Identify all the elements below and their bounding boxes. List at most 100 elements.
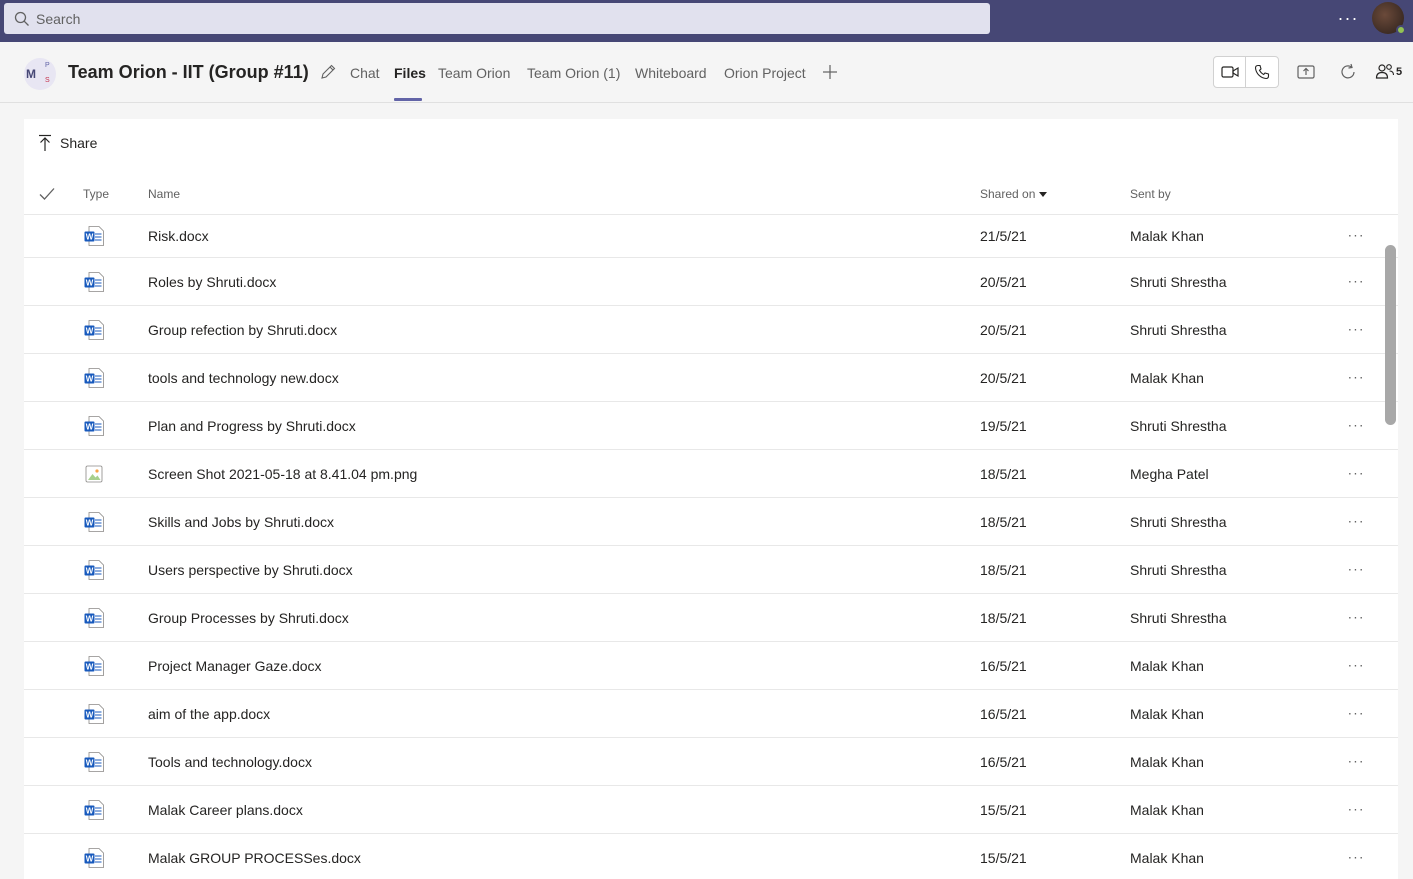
tab-chat[interactable]: Chat — [350, 65, 380, 81]
row-more-options-icon[interactable]: ··· — [1345, 560, 1367, 576]
file-name[interactable]: Roles by Shruti.docx — [148, 274, 276, 290]
word-doc-icon: W — [84, 226, 104, 246]
table-header: Type Name Shared on Sent by — [24, 175, 1398, 215]
table-row[interactable]: W Group refection by Shruti.docx 20/5/21 Sh… — [24, 306, 1398, 354]
share-button[interactable]: Share — [38, 133, 97, 153]
shared-on-date: 15/5/21 — [980, 801, 1027, 818]
table-row[interactable]: W Roles by Shruti.docx 20/5/21 Shruti Shres… — [24, 258, 1398, 306]
file-name[interactable]: Malak Career plans.docx — [148, 802, 303, 818]
file-name[interactable]: Users perspective by Shruti.docx — [148, 562, 353, 578]
tab-orion-project[interactable]: Orion Project — [724, 65, 806, 81]
share-label: Share — [60, 135, 98, 151]
avatar-initial-bottom: S — [45, 77, 50, 84]
table-row[interactable]: W Group Processes by Shruti.docx 18/5/21 Sh… — [24, 594, 1398, 642]
table-row[interactable]: Screen Shot 2021-05-18 at 8.41.04 pm.png… — [24, 450, 1398, 498]
row-more-options-icon[interactable]: ··· — [1345, 368, 1367, 384]
row-more-options-icon[interactable]: ··· — [1345, 704, 1367, 720]
shared-on-date: 20/5/21 — [980, 369, 1027, 386]
svg-text:W: W — [86, 278, 94, 287]
table-row[interactable]: W Malak Career plans.docx 15/5/21 Malak Kha… — [24, 786, 1398, 834]
table-row[interactable]: W Malak GROUP PROCESSes.docx 15/5/21 Malak … — [24, 834, 1398, 879]
sent-by-name: Malak Khan — [1130, 753, 1204, 770]
search-icon — [14, 11, 29, 26]
share-screen-icon[interactable] — [1296, 62, 1316, 82]
more-options-icon[interactable]: ··· — [1336, 8, 1360, 28]
table-row[interactable]: W Users perspective by Shruti.docx 18/5/21… — [24, 546, 1398, 594]
audio-call-button[interactable] — [1246, 57, 1278, 87]
sent-by-name: Shruti Shrestha — [1130, 609, 1227, 626]
shared-on-date: 20/5/21 — [980, 321, 1027, 338]
row-more-options-icon[interactable]: ··· — [1345, 272, 1367, 288]
svg-text:W: W — [86, 326, 94, 335]
file-name[interactable]: Tools and technology.docx — [148, 754, 312, 770]
table-row[interactable]: Waim of the app.docx 16/5/21 Malak Khan ··· — [24, 690, 1398, 738]
file-name[interactable]: Group refection by Shruti.docx — [148, 322, 337, 338]
sent-by-name: Malak Khan — [1130, 801, 1204, 818]
sent-by-name: Malak Khan — [1130, 849, 1204, 866]
table-row[interactable]: W Tools and technology.docx 16/5/21 Malak K… — [24, 738, 1398, 786]
row-more-options-icon[interactable]: ··· — [1345, 608, 1367, 624]
file-name[interactable]: Group Processes by Shruti.docx — [148, 610, 349, 626]
active-tab-indicator — [394, 98, 422, 101]
table-row[interactable]: W Risk.docx 21/5/21 Malak Khan ··· — [24, 215, 1398, 258]
row-more-options-icon[interactable]: ··· — [1345, 752, 1367, 768]
sent-by-name: Megha Patel — [1130, 465, 1209, 482]
file-name[interactable]: tools and technology new.docx — [148, 370, 339, 386]
table-row[interactable]: W Skills and Jobs by Shruti.docx 18/5/21 Sh… — [24, 498, 1398, 546]
column-header-name[interactable]: Name — [148, 187, 180, 201]
sent-by-name: Shruti Shrestha — [1130, 513, 1227, 530]
participants-icon[interactable] — [1375, 62, 1395, 82]
row-more-options-icon[interactable]: ··· — [1345, 226, 1367, 242]
file-list: W Risk.docx 21/5/21 Malak Khan ··· W Roles by … — [24, 215, 1398, 879]
phone-icon — [1254, 64, 1270, 80]
row-more-options-icon[interactable]: ··· — [1345, 800, 1367, 816]
sent-by-name: Malak Khan — [1130, 657, 1204, 674]
table-row[interactable]: W Project Manager Gaze.docx 16/5/21 Malak K… — [24, 642, 1398, 690]
tab-team-orion[interactable]: Team Orion — [438, 65, 510, 81]
pencil-edit-icon[interactable] — [319, 63, 337, 81]
file-name[interactable]: Skills and Jobs by Shruti.docx — [148, 514, 334, 530]
row-more-options-icon[interactable]: ··· — [1345, 848, 1367, 864]
file-name[interactable]: Plan and Progress by Shruti.docx — [148, 418, 356, 434]
sent-by-name: Shruti Shrestha — [1130, 273, 1227, 290]
word-doc-icon: W — [84, 559, 104, 580]
select-all-checkmark-icon[interactable] — [38, 185, 56, 203]
row-more-options-icon[interactable]: ··· — [1345, 464, 1367, 480]
row-more-options-icon[interactable]: ··· — [1345, 320, 1367, 336]
video-camera-icon — [1220, 66, 1239, 78]
table-row[interactable]: Wtools and technology new.docx 20/5/21 Mal… — [24, 354, 1398, 402]
column-header-type: Type — [83, 187, 110, 201]
file-name[interactable]: Project Manager Gaze.docx — [148, 658, 322, 674]
file-name[interactable]: Screen Shot 2021-05-18 at 8.41.04 pm.png — [148, 466, 417, 482]
row-more-options-icon[interactable]: ··· — [1345, 512, 1367, 528]
upload-arrow-icon — [39, 134, 51, 151]
column-header-shared-on[interactable]: Shared on — [980, 187, 1048, 201]
add-tab-plus-icon[interactable] — [820, 62, 840, 82]
shared-on-date: 16/5/21 — [980, 657, 1027, 674]
file-name[interactable]: Malak GROUP PROCESSes.docx — [148, 850, 361, 866]
svg-text:W: W — [86, 566, 94, 575]
tab-team-orion-1[interactable]: Team Orion (1) — [527, 65, 620, 81]
search-box[interactable] — [4, 3, 990, 34]
file-name[interactable]: Risk.docx — [148, 228, 209, 244]
svg-text:W: W — [86, 662, 94, 671]
video-call-button[interactable] — [1214, 57, 1247, 87]
refresh-icon[interactable] — [1338, 62, 1358, 82]
column-header-sent-by[interactable]: Sent by — [1130, 187, 1171, 201]
sent-by-name: Shruti Shrestha — [1130, 561, 1227, 578]
tab-files[interactable]: Files — [394, 65, 426, 81]
row-more-options-icon[interactable]: ··· — [1345, 416, 1367, 432]
sent-by-name: Shruti Shrestha — [1130, 417, 1227, 434]
word-doc-icon: W — [84, 703, 104, 724]
user-avatar[interactable] — [1372, 2, 1406, 35]
channel-header: M P S Team Orion - IIT (Group #11) Chat … — [0, 42, 1413, 103]
row-more-options-icon[interactable]: ··· — [1345, 656, 1367, 672]
table-row[interactable]: W Plan and Progress by Shruti.docx 19/5/21… — [24, 402, 1398, 450]
word-doc-icon: W — [84, 751, 104, 772]
search-input[interactable] — [36, 10, 936, 27]
vertical-scrollbar[interactable] — [1385, 245, 1396, 425]
shared-on-date: 18/5/21 — [980, 561, 1027, 578]
file-name[interactable]: aim of the app.docx — [148, 706, 270, 722]
tab-whiteboard[interactable]: Whiteboard — [635, 65, 707, 81]
group-avatar[interactable]: M P S — [24, 58, 56, 90]
